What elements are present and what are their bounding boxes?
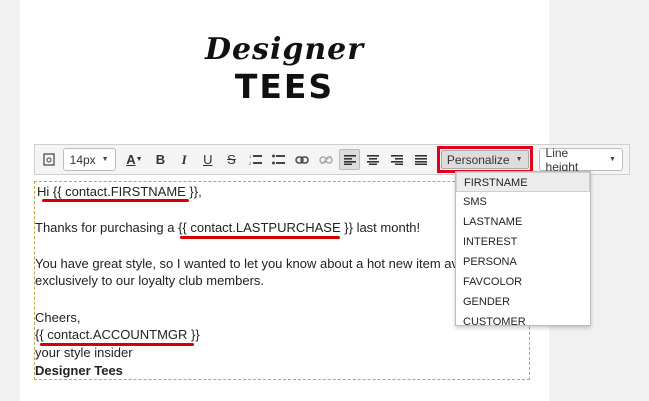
chevron-down-icon: ▼ [609, 156, 616, 163]
dropdown-item[interactable]: FAVCOLOR [456, 272, 590, 292]
dropdown-item[interactable]: GENDER [456, 292, 590, 312]
greeting-prefix: Hi [37, 184, 53, 199]
personalize-highlight: Personalize ▼ [436, 146, 533, 173]
underline-icon[interactable]: U [197, 149, 218, 170]
dropdown-item[interactable]: SMS [456, 192, 590, 212]
greeting-suffix: , [198, 184, 202, 199]
svg-text:2: 2 [249, 161, 252, 166]
token-firstname[interactable]: {{ contact.FIRSTNAME }} [53, 184, 198, 199]
align-center-icon[interactable] [363, 149, 384, 170]
signature-line: your style insider [35, 345, 133, 360]
logo: Designer TEES [20, 32, 549, 106]
dropdown-item[interactable]: CUSTOMER [456, 312, 590, 325]
cheers-line: Cheers, [35, 310, 81, 325]
dropdown-item[interactable]: PERSONA [456, 252, 590, 272]
chevron-down-icon: ▼ [515, 156, 523, 163]
line-height-label: Line height [545, 145, 579, 174]
bullet-list-icon[interactable] [268, 149, 289, 170]
body-line-2: exclusively to our loyalty club members. [35, 273, 265, 288]
align-right-icon[interactable] [387, 149, 408, 170]
lastpurchase-underline [180, 236, 340, 239]
body-line-1: You have great style, so I wanted to let… [35, 256, 469, 271]
strikethrough-icon[interactable]: S [221, 149, 242, 170]
dropdown-item[interactable]: INTEREST [456, 232, 590, 252]
company-name: Designer Tees [35, 363, 123, 378]
dropdown-item[interactable]: FIRSTNAME [456, 172, 590, 192]
logo-script-text: Designer [204, 32, 365, 67]
align-left-icon[interactable] [339, 149, 360, 170]
source-icon[interactable] [39, 149, 60, 170]
link-icon[interactable] [292, 149, 313, 170]
chevron-down-icon: ▼ [101, 156, 109, 163]
personalize-dropdown: FIRSTNAME SMS LASTNAME INTEREST PERSONA … [455, 171, 591, 326]
text-color-icon[interactable]: A ▼ [122, 149, 148, 170]
numbered-list-icon[interactable]: 12 [245, 149, 266, 170]
italic-icon[interactable]: I [174, 149, 195, 170]
token-lastpurchase[interactable]: {{ contact.LASTPURCHASE }} [178, 220, 353, 235]
firstname-underline [42, 199, 189, 202]
greeting-line: Hi {{ contact.FIRSTNAME }}, [37, 184, 202, 200]
line-height-select[interactable]: Line height ▼ [538, 145, 623, 174]
thanks-suffix: last month! [352, 220, 421, 235]
font-size-select[interactable]: 14px ▼ [62, 148, 116, 171]
thanks-line: Thanks for purchasing a {{ contact.LASTP… [35, 220, 420, 236]
svg-text:1: 1 [249, 154, 252, 159]
personalize-button[interactable]: Personalize ▼ [440, 150, 529, 169]
thanks-prefix: Thanks for purchasing a [35, 220, 179, 235]
bold-icon[interactable]: B [150, 149, 171, 170]
font-size-value: 14px [69, 152, 96, 167]
logo-block-text: TEES [234, 67, 335, 106]
token-accountmgr[interactable]: {{ contact.ACCOUNTMGR }} [35, 327, 200, 343]
dropdown-item[interactable]: LASTNAME [456, 212, 590, 232]
align-justify-icon[interactable] [410, 149, 431, 170]
unlink-icon[interactable] [316, 149, 337, 170]
personalize-label: Personalize [446, 152, 510, 167]
